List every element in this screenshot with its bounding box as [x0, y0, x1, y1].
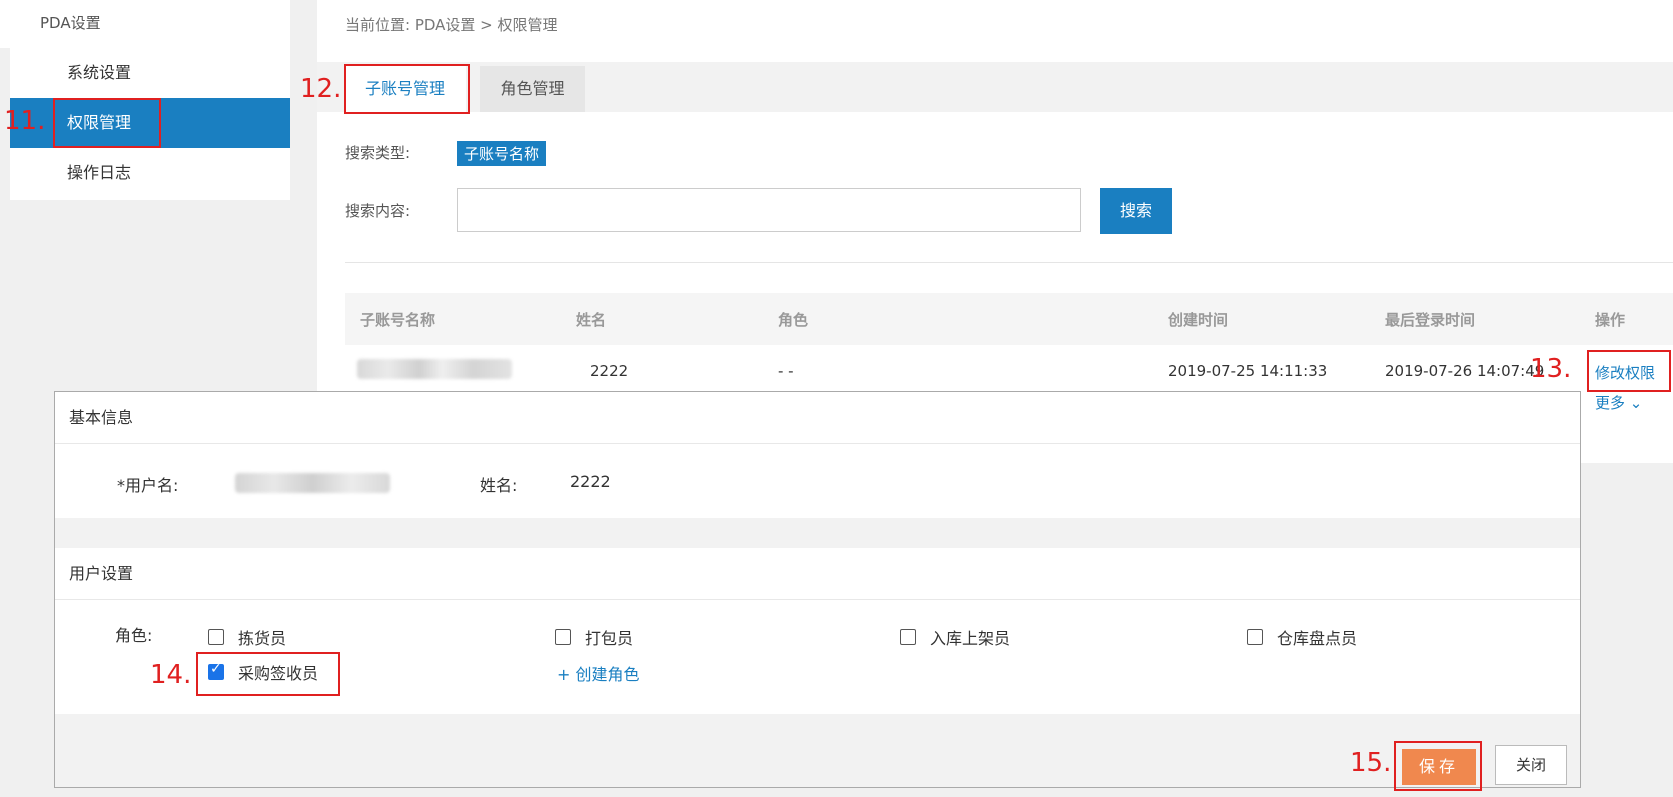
section-gap [55, 518, 1580, 548]
col-action: 操作 [1595, 311, 1626, 329]
role-packer-label: 打包员 [585, 629, 634, 648]
search-button[interactable]: 搜索 [1100, 188, 1172, 234]
annotation-11: 11. [4, 106, 46, 136]
close-button[interactable]: 关闭 [1495, 745, 1567, 785]
row-created: 2019-07-25 14:11:33 [1168, 362, 1328, 380]
username-label: *用户名: [117, 476, 179, 495]
role-shelver-label: 入库上架员 [930, 629, 1011, 648]
row-last-login: 2019-07-26 14:07:49 [1385, 362, 1545, 380]
role-shelver-checkbox[interactable] [900, 629, 916, 645]
create-role-link[interactable]: + 创建角色 [557, 661, 640, 685]
annotation-box-11 [53, 98, 161, 148]
search-content-label: 搜索内容: [345, 202, 411, 220]
tab-roles[interactable]: 角色管理 [480, 66, 585, 112]
annotation-box-12 [344, 64, 470, 114]
username-redacted [235, 473, 390, 493]
annotation-12: 12. [300, 74, 342, 104]
role-picker-checkbox[interactable] [208, 629, 224, 645]
role-stocktaker-label: 仓库盘点员 [1277, 629, 1358, 648]
search-type-label: 搜索类型: [345, 144, 411, 162]
annotation-14: 14. [150, 660, 192, 690]
search-type-chip[interactable]: 子账号名称 [457, 141, 547, 166]
sidebar-item-system-settings[interactable]: 系统设置 [10, 48, 290, 98]
account-name-redacted [357, 359, 512, 379]
annotation-box-15 [1394, 741, 1482, 791]
search-input[interactable] [457, 188, 1081, 232]
sidebar-title: PDA设置 [40, 14, 101, 32]
role-picker-label: 拣货员 [238, 629, 287, 648]
annotation-13: 13. [1530, 354, 1572, 384]
basic-info-header: 基本信息 [55, 392, 1580, 444]
role-stocktaker-checkbox[interactable] [1247, 629, 1263, 645]
edit-permission-dialog: 基本信息 用户设置 [54, 391, 1581, 788]
user-settings-header: 用户设置 [55, 548, 1580, 600]
col-account: 子账号名称 [360, 311, 436, 329]
row-role: - - [778, 362, 794, 380]
annotation-box-14 [196, 652, 340, 696]
sidebar-item-operation-log[interactable]: 操作日志 [10, 148, 290, 198]
col-name: 姓名 [576, 311, 607, 329]
breadcrumb: 当前位置: PDA设置 > 权限管理 [345, 16, 558, 34]
col-created: 创建时间 [1168, 311, 1229, 329]
role-packer-checkbox[interactable] [555, 629, 571, 645]
col-last-login: 最后登录时间 [1385, 311, 1476, 329]
row-name: 2222 [590, 362, 629, 380]
name-value: 2222 [570, 472, 611, 491]
divider [345, 262, 1673, 263]
role-label: 角色: [115, 626, 153, 645]
annotation-box-13 [1587, 350, 1671, 392]
annotation-15: 15. [1350, 748, 1392, 778]
more-dropdown[interactable]: 更多 ⌄ [1595, 392, 1642, 413]
col-role: 角色 [778, 311, 809, 329]
name-label: 姓名: [480, 476, 518, 495]
